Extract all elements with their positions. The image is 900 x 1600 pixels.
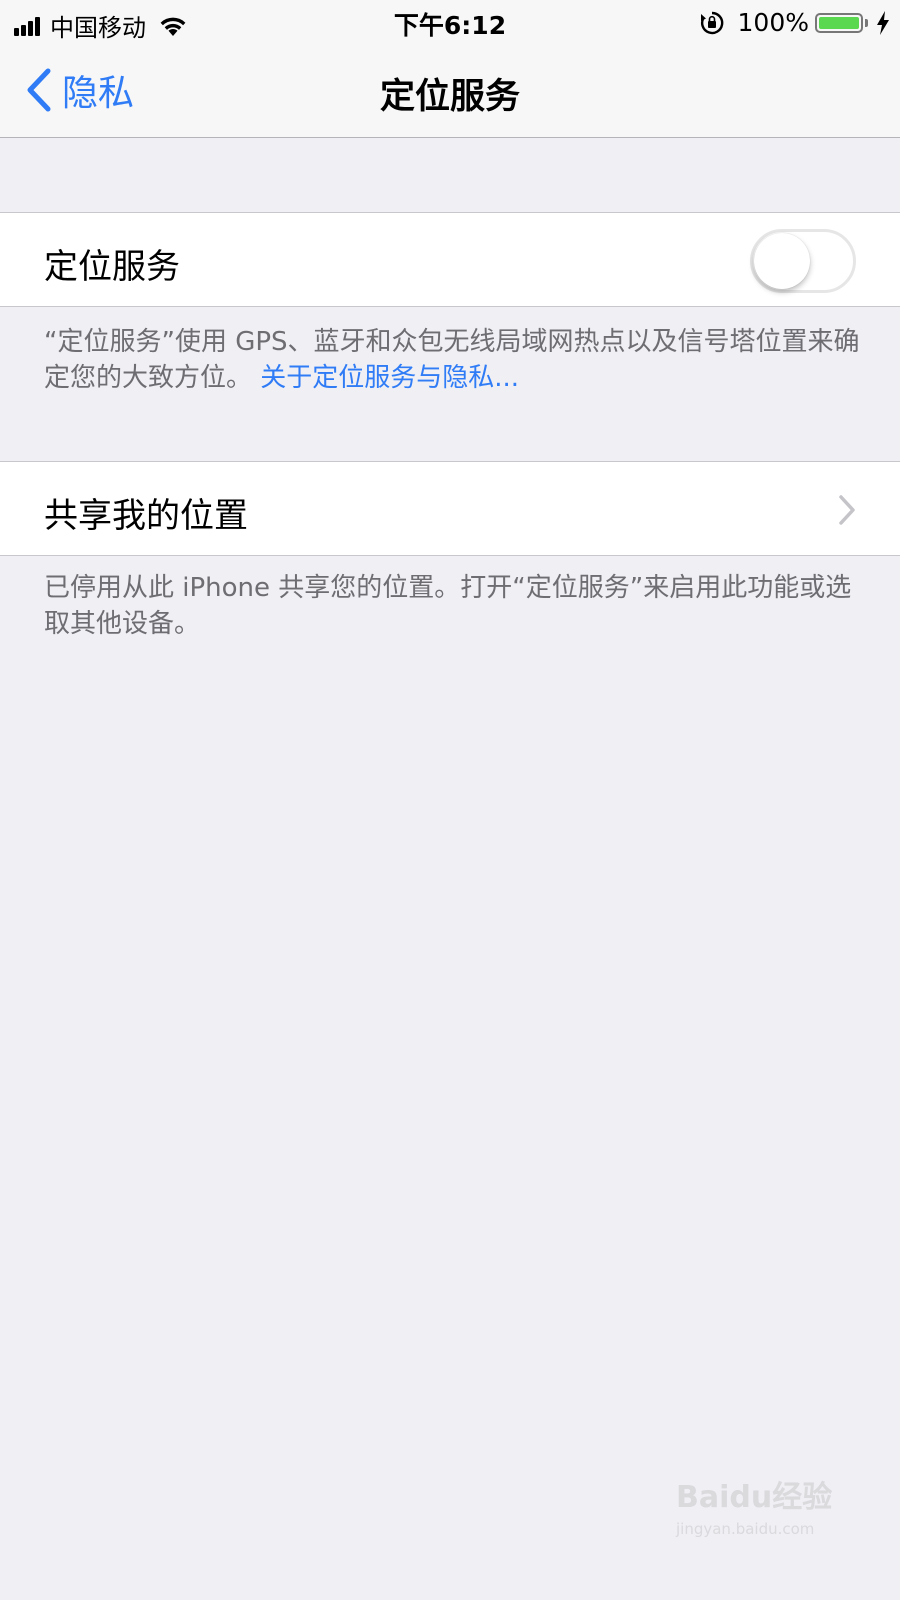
location-services-description: “定位服务”使用 GPS、蓝牙和众包无线局域网热点以及信号塔位置来确定您的大致方… <box>44 324 864 396</box>
watermark-url: jingyan.baidu.com <box>676 1520 815 1538</box>
location-services-cell: 定位服务 <box>0 212 900 307</box>
status-right: 100% <box>700 8 890 37</box>
battery-icon <box>815 12 863 33</box>
baidu-watermark: Baidu经验 jingyan.baidu.com <box>676 1472 846 1552</box>
share-location-label: 共享我的位置 <box>44 496 248 536</box>
location-services-toggle[interactable] <box>750 229 856 293</box>
location-services-label: 定位服务 <box>44 247 180 287</box>
battery-tip <box>865 18 868 27</box>
chevron-right-icon <box>838 495 856 525</box>
toggle-knob <box>754 233 810 289</box>
battery-percent: 100% <box>737 8 809 37</box>
share-location-cell[interactable]: 共享我的位置 <box>0 461 900 556</box>
orientation-lock-icon <box>700 11 738 35</box>
navigation-bar: 隐私 定位服务 <box>0 44 900 138</box>
share-location-description: 已停用从此 iPhone 共享您的位置。打开“定位服务”来启用此功能或选取其他设… <box>44 573 852 639</box>
watermark-logo: Baidu经验 <box>676 1480 833 1515</box>
privacy-link[interactable]: 关于定位服务与隐私... <box>260 363 519 393</box>
charging-icon <box>876 10 890 35</box>
page-title: 定位服务 <box>379 77 520 117</box>
status-bar: 中国移动 下午6:12 100% <box>0 0 900 44</box>
